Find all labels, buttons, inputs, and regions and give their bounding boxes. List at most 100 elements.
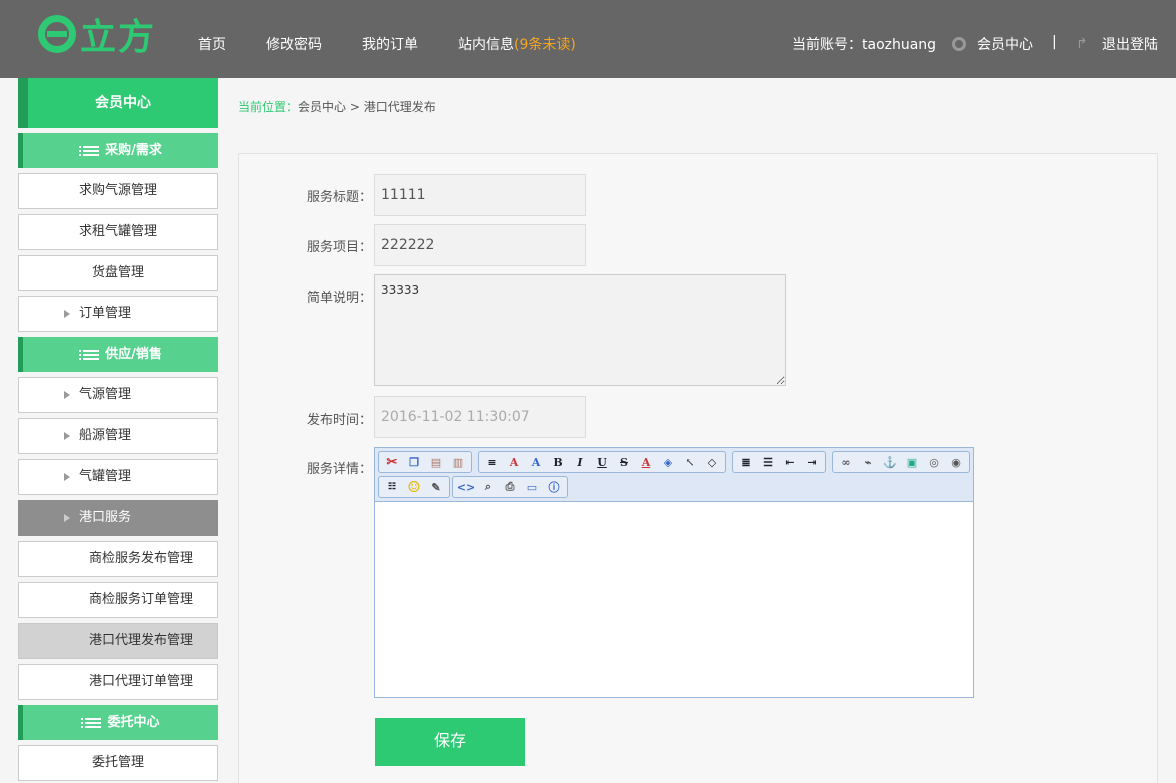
breadcrumb-prefix: 当前位置： [238,100,299,114]
font-size-icon[interactable]: A [526,453,546,471]
sidebar-item-inspection-orders[interactable]: 商检服务订单管理 [18,582,218,618]
sidebar-title: 会员中心 [18,78,218,128]
toolbar-group-align: ≣ ☰ ⇤ ⇥ [732,451,826,473]
horizontal-rule-icon[interactable]: ☷ [382,478,402,496]
flash-icon[interactable]: ◎ [924,453,944,471]
service-item-label: 服务项目： [306,240,372,255]
sidebar-item-port-service[interactable]: 港口服务 [18,500,218,536]
logo-text: 立方 [80,17,157,58]
eraser-icon[interactable]: ◇ [702,453,722,471]
unread-badge: (9条未读) [514,37,576,53]
source-code-icon[interactable]: <> [456,478,476,496]
sidebar-item-port-agent-publish[interactable]: 港口代理发布管理 [18,623,218,659]
italic-icon[interactable]: I [570,453,590,471]
list-icon[interactable]: ☰ [758,453,778,471]
rich-text-editor: ❐ ▤ ▥ ≡ A A B I U S A ◈ ↖ ◇ ≣ ☰ ⇤ ⇥ ∞ ⌁ … [374,447,974,698]
sidebar-item-label: 商检服务订单管理 [89,592,194,607]
caret-right-icon [64,514,70,522]
background-color-icon[interactable]: ◈ [658,453,678,471]
sidebar-item-purchase-gas[interactable]: 求购气源管理 [18,173,218,209]
editor-content-area[interactable] [375,503,973,697]
editor-toolbar: ❐ ▤ ▥ ≡ A A B I U S A ◈ ↖ ◇ ≣ ☰ ⇤ ⇥ ∞ ⌁ … [375,448,973,502]
save-button[interactable]: 保存 [375,718,525,766]
service-item-input[interactable] [374,224,586,266]
sidebar-item-orders[interactable]: 订单管理 [18,296,218,332]
table-icon[interactable]: ✎ [426,478,446,496]
nav-messages[interactable]: 站内信息(9条未读) [458,34,576,54]
sidebar-item-entrust[interactable]: 委托管理 [18,745,218,781]
copy-icon[interactable]: ❐ [404,453,424,471]
nav-messages-label: 站内信息 [458,37,514,53]
indent-icon[interactable]: ⇥ [802,453,822,471]
caret-right-icon [64,432,70,440]
service-detail-label: 服务详情： [306,462,372,477]
print-icon[interactable]: ⎙ [500,478,520,496]
sidebar-category-entrust[interactable]: 委托中心 [18,705,218,740]
toolbar-group-misc: ☷ ☺ ✎ [378,476,450,498]
font-family-icon[interactable]: A [504,453,524,471]
sidebar-item-label: 委托管理 [91,755,144,770]
sidebar-item-cargo[interactable]: 货盘管理 [18,255,218,291]
sidebar-item-label: 船源管理 [79,428,132,443]
sidebar-item-label: 求购气源管理 [78,183,157,198]
sidebar-item-gas-source[interactable]: 气源管理 [18,377,218,413]
main-nav: 首页 修改密码 我的订单 站内信息(9条未读) [198,34,616,54]
member-center-link[interactable]: 会员中心 [952,34,1033,54]
unlink-icon[interactable]: ⌁ [858,453,878,471]
nav-change-password[interactable]: 修改密码 [266,34,322,54]
sidebar-item-tank[interactable]: 气罐管理 [18,459,218,495]
logout-icon: ↱ [1076,36,1088,52]
sidebar-item-rent-tank[interactable]: 求租气罐管理 [18,214,218,250]
outdent-icon[interactable]: ⇤ [780,453,800,471]
toolbar-group-insert: ∞ ⌁ ⚓ ▣ ◎ ◉ [832,451,970,473]
select-all-icon[interactable]: ↖ [680,453,700,471]
account-name: taozhuang [862,37,937,53]
member-center-label: 会员中心 [977,37,1033,53]
logout-label: 退出登陆 [1102,37,1158,53]
sidebar-item-label: 气源管理 [79,387,132,402]
emoticon-icon[interactable]: ☺ [404,478,424,496]
sidebar-item-ship-source[interactable]: 船源管理 [18,418,218,454]
caret-right-icon [64,391,70,399]
account-label: 当前账号： [792,37,862,53]
sidebar-item-inspection-publish[interactable]: 商检服务发布管理 [18,541,218,577]
image-icon[interactable]: ▣ [902,453,922,471]
category-label: 采购/需求 [105,143,162,158]
cut-icon[interactable] [382,453,402,471]
about-icon[interactable]: ⓘ [544,478,564,496]
sidebar-item-label: 气罐管理 [79,469,132,484]
site-logo[interactable]: 立方 [38,12,156,58]
bold-icon[interactable]: B [548,453,568,471]
sidebar-item-port-agent-orders[interactable]: 港口代理订单管理 [18,664,218,700]
sidebar-category-purchase[interactable]: 采购/需求 [18,133,218,168]
fullscreen-icon[interactable]: ▭ [522,478,542,496]
logout-link[interactable]: ↱ 退出登陆 [1076,34,1158,54]
category-label: 委托中心 [107,715,160,730]
divider-text: | [1052,34,1057,50]
paragraph-format-icon[interactable]: ≡ [482,453,502,471]
description-textarea[interactable]: 33333 [374,274,786,386]
paste-icon[interactable]: ▤ [426,453,446,471]
sidebar-item-label: 港口代理订单管理 [89,674,194,689]
media-icon[interactable]: ◉ [946,453,966,471]
nav-home[interactable]: 首页 [198,34,226,54]
description-label: 简单说明： [306,291,372,306]
strikethrough-icon[interactable]: S [614,453,634,471]
breadcrumb-path: 会员中心 > 港口代理发布 [298,100,436,114]
preview-icon[interactable]: ⌕ [478,478,498,496]
breadcrumb: 当前位置：会员中心 > 港口代理发布 [238,98,436,115]
font-color-icon[interactable]: A [636,453,656,471]
nav-my-orders[interactable]: 我的订单 [362,34,418,54]
link-icon[interactable]: ∞ [836,453,856,471]
sidebar-item-label: 商检服务发布管理 [89,551,194,566]
service-title-input[interactable] [374,174,586,216]
sidebar-category-supply[interactable]: 供应/销售 [18,337,218,372]
publish-time-input [374,396,586,438]
gear-icon [952,37,966,51]
align-icon[interactable]: ≣ [736,453,756,471]
sidebar-item-label: 港口代理发布管理 [89,633,194,648]
underline-icon[interactable]: U [592,453,612,471]
paste-text-icon[interactable]: ▥ [448,453,468,471]
anchor-icon[interactable]: ⚓ [880,453,900,471]
category-label: 供应/销售 [105,347,162,362]
